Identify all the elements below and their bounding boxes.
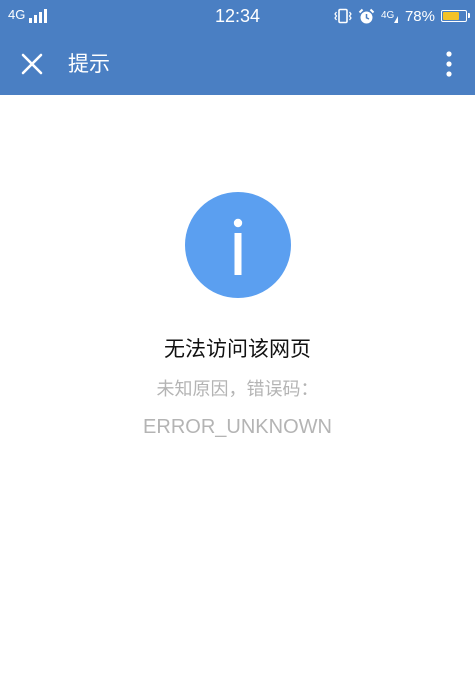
error-code: ERROR_UNKNOWN — [143, 416, 332, 438]
close-icon — [21, 53, 43, 75]
network-type-label: 4G — [381, 10, 395, 21]
status-bar: 4G 12:34 4G 78% — [0, 0, 475, 33]
close-button[interactable] — [12, 44, 52, 84]
more-options-button[interactable] — [437, 44, 461, 84]
battery-percent: 78% — [404, 7, 435, 25]
more-vertical-icon — [446, 51, 452, 77]
page-title: 提示 — [68, 52, 110, 76]
vibrate-icon — [334, 8, 352, 24]
error-title: 无法访问该网页 — [164, 337, 311, 361]
info-icon — [185, 192, 291, 298]
app-toolbar: 提示 — [0, 33, 475, 95]
battery-icon — [441, 10, 470, 22]
battery-level — [443, 12, 459, 20]
error-subtitle: 未知原因，错误码： — [156, 379, 319, 400]
status-right: 4G 78% — [334, 6, 470, 26]
signal-icon: 4G — [381, 8, 399, 24]
alarm-icon — [358, 8, 375, 25]
